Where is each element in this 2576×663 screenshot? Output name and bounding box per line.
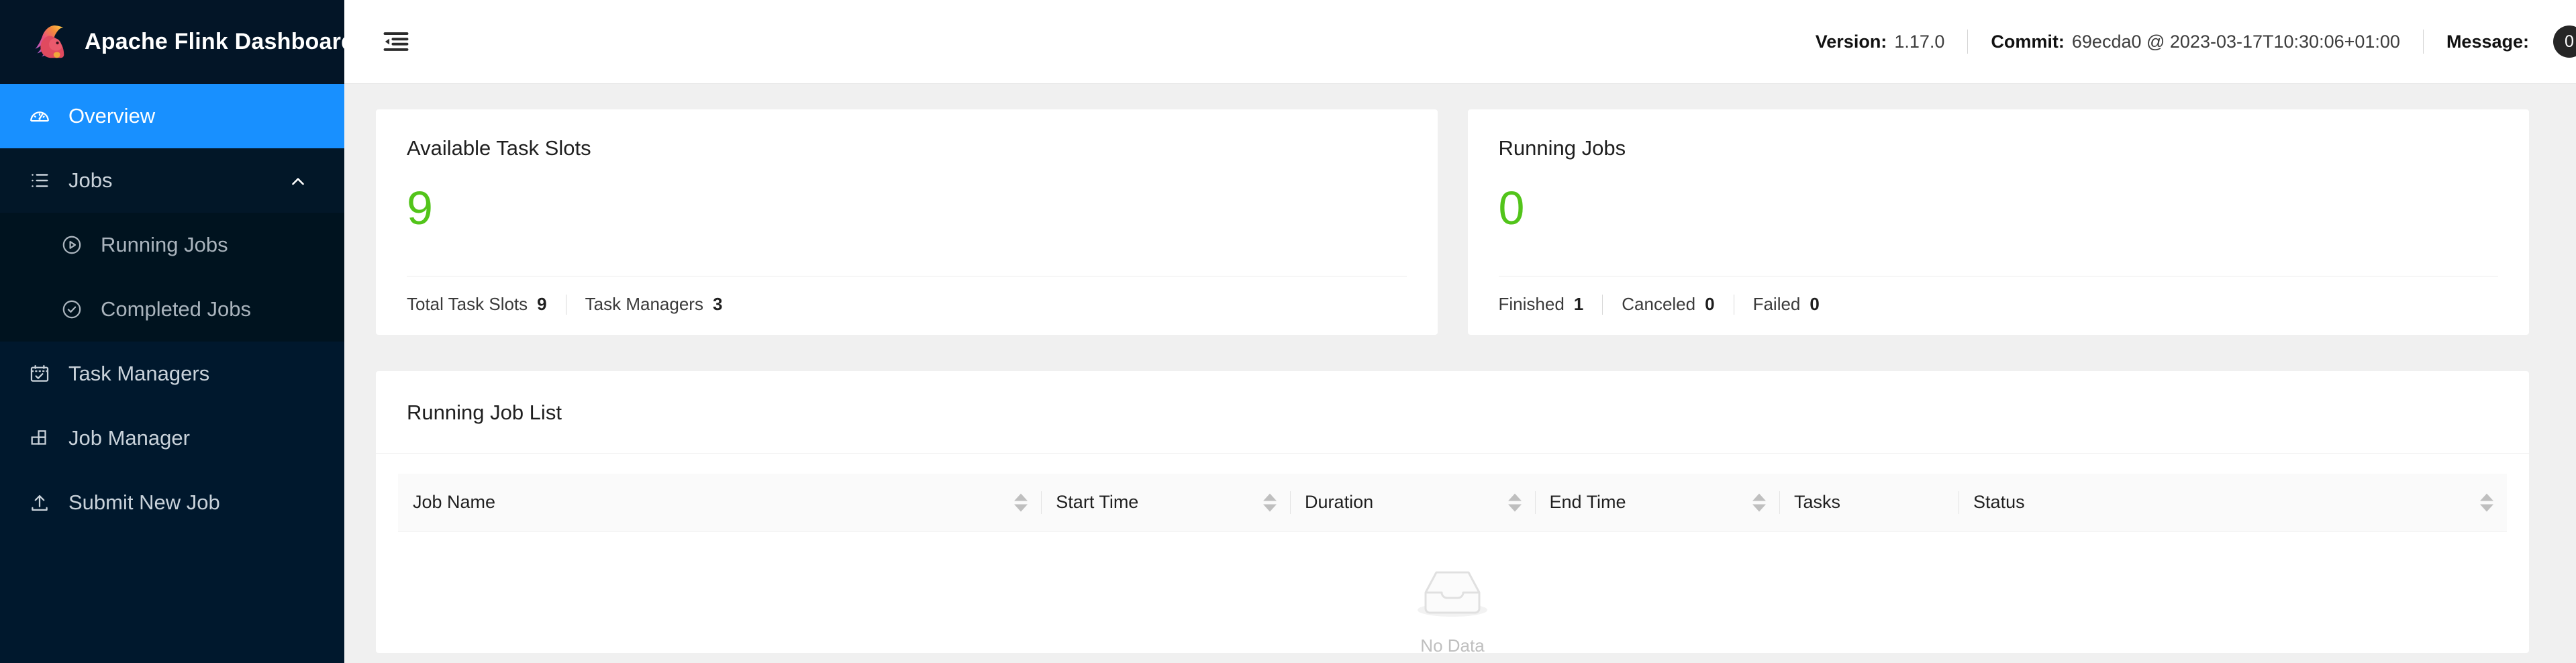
table-header-row: Job Name Start Time Duration End Time Ta…	[398, 474, 2507, 532]
column-header-tasks: Tasks	[1779, 474, 1959, 532]
stat-task-managers: Task Managers 3	[585, 294, 723, 315]
version-value: 1.17.0	[1894, 31, 1945, 52]
available-task-slots-card: Available Task Slots 9 Total Task Slots …	[376, 109, 1438, 335]
sidebar-item-label: Job Manager	[68, 426, 190, 450]
stat-label: Task Managers	[585, 294, 703, 314]
sidebar-item-completed-jobs[interactable]: Completed Jobs	[0, 277, 344, 342]
stat-value: 9	[537, 294, 547, 314]
column-label: Duration	[1305, 492, 1374, 513]
sidebar-item-overview[interactable]: Overview	[0, 84, 344, 148]
stat-value: 0	[1810, 294, 1820, 314]
main-area: Version: 1.17.0 Commit: 69ecda0 @ 2023-0…	[344, 0, 2576, 663]
stat-label: Canceled	[1622, 294, 1696, 314]
stat-total-task-slots: Total Task Slots 9	[407, 294, 547, 315]
play-circle-icon	[60, 234, 83, 256]
sort-toggle-start-time[interactable]	[1263, 493, 1277, 512]
empty-inbox-icon	[1418, 571, 1487, 617]
divider	[1967, 30, 1969, 54]
stat-value: 3	[712, 294, 723, 314]
sidebar-item-label: Task Managers	[68, 362, 210, 385]
divider	[1602, 294, 1603, 315]
column-header-duration[interactable]: Duration	[1290, 474, 1535, 532]
column-label: Job Name	[413, 492, 496, 513]
column-header-end-time[interactable]: End Time	[1534, 474, 1779, 532]
app-root: Apache Flink Dashboard Overview Jobs Run…	[0, 0, 2576, 663]
column-label: Tasks	[1793, 492, 1841, 513]
sidebar-item-running-jobs[interactable]: Running Jobs	[0, 213, 344, 277]
flink-squirrel-logo-icon	[35, 25, 64, 58]
running-job-list-card: Running Job List Job Name Start Time Dur…	[376, 371, 2529, 656]
sidebar-item-label: Overview	[68, 104, 156, 128]
message-count-badge[interactable]: 0	[2553, 26, 2576, 58]
sort-toggle-job-name[interactable]	[1014, 493, 1028, 512]
card-title: Available Task Slots	[407, 136, 591, 160]
stat-value: 0	[1705, 294, 1715, 314]
column-label: End Time	[1549, 492, 1626, 513]
stat-label: Total Task Slots	[407, 294, 528, 314]
sort-toggle-status[interactable]	[2480, 493, 2493, 512]
stat-finished: Finished 1	[1499, 294, 1584, 315]
column-label: Start Time	[1056, 492, 1139, 513]
brand-title: Apache Flink Dashboard	[85, 29, 356, 54]
sidebar-item-submit-new-job[interactable]: Submit New Job	[0, 470, 344, 535]
chevron-up-icon[interactable]	[289, 172, 307, 189]
message-label: Message:	[2446, 31, 2529, 52]
column-header-job-name[interactable]: Job Name	[398, 474, 1042, 532]
stat-value: 1	[1573, 294, 1584, 314]
sidebar: Apache Flink Dashboard Overview Jobs Run…	[0, 0, 355, 663]
column-label: Status	[1973, 492, 2025, 513]
stat-failed: Failed 0	[1753, 294, 1820, 315]
divider	[2422, 30, 2424, 54]
sidebar-item-task-managers[interactable]: Task Managers	[0, 342, 344, 406]
menu-fold-icon[interactable]	[379, 25, 413, 58]
upload-icon	[28, 491, 51, 514]
commit-label: Commit:	[1991, 31, 2065, 52]
calendar-check-icon	[28, 362, 51, 385]
running-jobs-card: Running Jobs 0 Finished 1 Canceled 0 Fai…	[1467, 109, 2530, 335]
sidebar-item-job-manager[interactable]: Job Manager	[0, 406, 344, 470]
task-slots-stats: Total Task Slots 9 Task Managers 3	[376, 276, 1438, 335]
column-header-status[interactable]: Status	[1959, 474, 2507, 532]
blocks-icon	[28, 427, 51, 450]
sidebar-item-label: Jobs	[68, 168, 113, 192]
running-jobs-table: Job Name Start Time Duration End Time Ta…	[398, 474, 2507, 532]
page-content: Available Task Slots 9 Total Task Slots …	[344, 84, 2576, 663]
topbar-info: Version: 1.17.0 Commit: 69ecda0 @ 2023-0…	[1816, 26, 2576, 58]
stat-canceled: Canceled 0	[1622, 294, 1714, 315]
sidebar-nav: Overview Jobs Running Jobs Completed Job…	[0, 84, 344, 663]
empty-state: No Data	[398, 532, 2507, 656]
summary-cards-row: Available Task Slots 9 Total Task Slots …	[376, 109, 2529, 335]
running-jobs-stats: Finished 1 Canceled 0 Failed 0	[1468, 276, 2530, 335]
sidebar-item-label: Submit New Job	[68, 491, 220, 514]
running-job-list-title: Running Job List	[407, 401, 562, 424]
available-task-slots-value: 9	[407, 182, 433, 234]
column-header-start-time[interactable]: Start Time	[1041, 474, 1291, 532]
sort-toggle-end-time[interactable]	[1752, 493, 1766, 512]
sidebar-item-label: Completed Jobs	[101, 297, 252, 321]
list-icon	[28, 169, 51, 192]
version-label: Version:	[1815, 31, 1887, 52]
topbar: Version: 1.17.0 Commit: 69ecda0 @ 2023-0…	[344, 0, 2576, 84]
stat-label: Finished	[1498, 294, 1565, 314]
sidebar-submenu-jobs: Running Jobs Completed Jobs	[0, 213, 344, 342]
stat-label: Failed	[1752, 294, 1801, 314]
commit-value: 69ecda0 @ 2023-03-17T10:30:06+01:00	[2071, 31, 2400, 52]
brand[interactable]: Apache Flink Dashboard	[0, 0, 355, 84]
check-circle-icon	[60, 298, 83, 321]
sidebar-item-jobs[interactable]: Jobs	[0, 148, 344, 213]
running-jobs-value: 0	[1498, 182, 1525, 234]
card-title: Running Jobs	[1498, 136, 1626, 160]
empty-state-text: No Data	[1420, 635, 1485, 656]
dashboard-gauge-icon	[28, 105, 51, 128]
sidebar-item-label: Running Jobs	[101, 233, 228, 256]
job-table-wrapper: Job Name Start Time Duration End Time Ta…	[376, 454, 2529, 656]
sort-toggle-duration[interactable]	[1507, 493, 1522, 512]
